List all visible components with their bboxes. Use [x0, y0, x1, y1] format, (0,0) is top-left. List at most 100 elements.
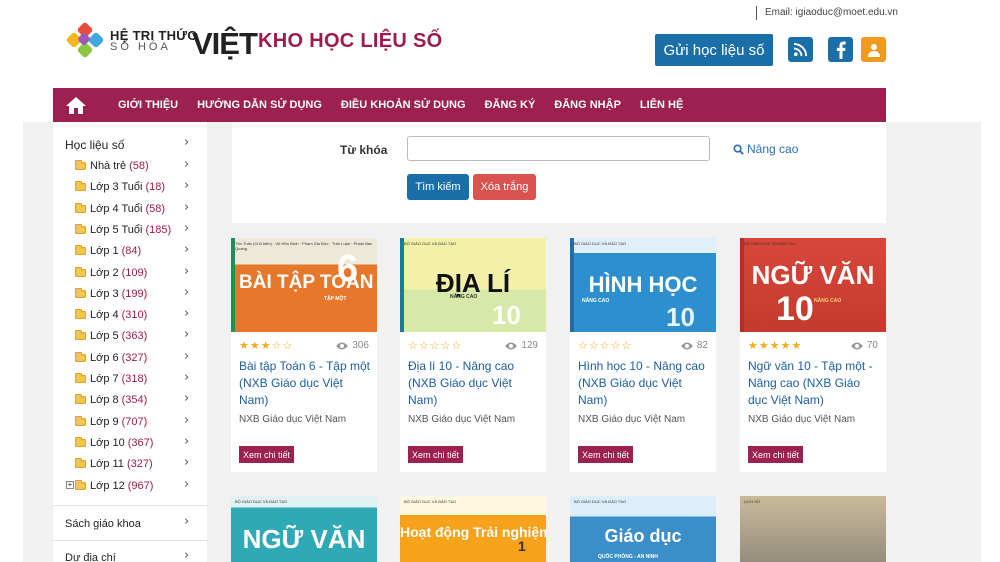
nav-dang-ky[interactable]: ĐĂNG KÝ — [485, 99, 536, 111]
rss-icon[interactable] — [788, 37, 813, 62]
sidebar-item[interactable]: Lớp 2 (109) — [75, 267, 147, 279]
home-icon[interactable] — [53, 88, 99, 122]
star-empty-icon[interactable]: ☆ — [430, 339, 441, 352]
chevron-right-icon[interactable]: › — [184, 349, 189, 364]
site-logo[interactable]: HỆ TRI THỨC SỐ HÓA VIỆT — [65, 21, 258, 61]
star-rating[interactable]: ★★★☆☆ — [239, 339, 293, 352]
star-empty-icon[interactable]: ☆ — [408, 339, 419, 352]
search-button[interactable]: Tìm kiếm — [407, 174, 469, 200]
chevron-right-icon[interactable]: › — [184, 455, 189, 470]
expand-plus-icon[interactable]: + — [66, 481, 74, 489]
sidebar-item[interactable]: Lớp 9 (707) — [75, 416, 147, 428]
clear-button[interactable]: Xóa trắng — [473, 174, 536, 200]
star-filled-icon[interactable]: ★ — [748, 339, 759, 352]
chevron-right-icon[interactable]: › — [184, 413, 189, 428]
sidebar-item[interactable]: Lớp 8 (354) — [75, 394, 147, 406]
nav-dieu-khoan[interactable]: ĐIỀU KHOẢN SỬ DỤNG — [341, 99, 466, 111]
sidebar-section-hoc-lieu-so[interactable]: Học liệu số — [65, 138, 124, 152]
book-cover-image[interactable]: Tôn Thân (Chủ biên) · Vũ Hữu Bình · Phạm… — [231, 238, 377, 332]
book-title-link[interactable]: Địa lí 10 - Nâng cao (NXB Giáo dục Việt … — [408, 358, 542, 409]
star-filled-icon[interactable]: ★ — [261, 339, 272, 352]
star-rating[interactable]: ★★★★★ — [748, 339, 802, 352]
star-empty-icon[interactable]: ☆ — [578, 339, 589, 352]
facebook-icon[interactable] — [828, 37, 853, 62]
chevron-right-icon[interactable]: › — [184, 157, 189, 172]
book-card[interactable]: BỘ GIÁO DỤC VÀ ĐÀO TẠO Hoạt động Trải ngh… — [400, 496, 546, 562]
star-empty-icon[interactable]: ☆ — [611, 339, 622, 352]
nav-lien-he[interactable]: LIÊN HỆ — [640, 99, 683, 111]
chevron-right-icon[interactable]: › — [184, 477, 189, 492]
book-cover-image[interactable]: LỊCH SỬ — [740, 496, 886, 562]
chevron-right-icon[interactable]: › — [184, 391, 189, 406]
sidebar-item[interactable]: Lớp 5 Tuổi (185) — [75, 224, 171, 236]
advanced-search-link[interactable]: Nâng cao — [733, 142, 798, 156]
sidebar-section-du-dia-chi[interactable]: Dự địa chí — [65, 552, 116, 562]
star-filled-icon[interactable]: ★ — [770, 339, 781, 352]
sidebar-item[interactable]: Lớp 6 (327) — [75, 352, 147, 364]
book-card[interactable]: Tôn Thân (Chủ biên) · Vũ Hữu Bình · Phạm… — [231, 238, 377, 472]
star-rating[interactable]: ☆☆☆☆☆ — [408, 339, 462, 352]
sidebar-item[interactable]: Lớp 4 (310) — [75, 309, 147, 321]
sidebar-item[interactable]: Nhà trẻ (58) — [75, 160, 149, 172]
star-empty-icon[interactable]: ☆ — [589, 339, 600, 352]
sidebar-section-sach-giao-khoa[interactable]: Sách giáo khoa — [65, 518, 141, 530]
sidebar-item[interactable]: Lớp 4 Tuổi (58) — [75, 203, 165, 215]
star-filled-icon[interactable]: ★ — [792, 339, 803, 352]
chevron-right-icon[interactable]: › — [184, 285, 189, 300]
nav-huong-dan[interactable]: HƯỚNG DẪN SỬ DỤNG — [197, 99, 322, 111]
book-card[interactable]: LỊCH SỬ — [740, 496, 886, 562]
chevron-right-icon[interactable]: › — [184, 434, 189, 449]
book-cover-image[interactable]: BỘ GIÁO DỤC VÀ ĐÀO TẠO ĐỊA LÍ 10 NÂNG CAO — [400, 238, 546, 332]
chevron-right-icon[interactable]: › — [184, 370, 189, 385]
chevron-right-icon[interactable]: › — [184, 264, 189, 279]
book-card[interactable]: BỘ GIÁO DỤC VÀ ĐÀO TẠO ĐỊA LÍ 10 NÂNG CAO ☆☆… — [400, 238, 546, 472]
star-filled-icon[interactable]: ★ — [759, 339, 770, 352]
view-detail-button[interactable]: Xem chi tiết — [748, 446, 804, 463]
view-detail-button[interactable]: Xem chi tiết — [239, 446, 295, 463]
book-card[interactable]: BỘ GIÁO DỤC VÀ ĐÀO TẠO NGỮ VĂN — [231, 496, 377, 562]
book-title-link[interactable]: Ngữ văn 10 - Tập một - Nâng cao (NXB Giá… — [748, 358, 882, 409]
star-empty-icon[interactable]: ☆ — [419, 339, 430, 352]
chevron-right-icon[interactable]: › — [184, 327, 189, 342]
book-cover-image[interactable]: BỘ GIÁO DỤC VÀ ĐÀO TẠO NGỮ VĂN — [231, 496, 377, 562]
star-filled-icon[interactable]: ★ — [781, 339, 792, 352]
keyword-input[interactable] — [407, 136, 710, 161]
user-icon[interactable] — [861, 37, 886, 62]
sidebar-item[interactable]: Lớp 1 (84) — [75, 245, 141, 257]
star-empty-icon[interactable]: ☆ — [600, 339, 611, 352]
star-filled-icon[interactable]: ★ — [239, 339, 250, 352]
chevron-right-icon[interactable]: › — [184, 221, 189, 236]
chevron-right-icon[interactable]: › — [184, 135, 189, 150]
chevron-right-icon[interactable]: › — [184, 306, 189, 321]
book-card[interactable]: BỘ GIÁO DỤC VÀ ĐÀO TẠO NGỮ VĂN 10 NÂNG CAO ★… — [740, 238, 886, 472]
view-detail-button[interactable]: Xem chi tiết — [408, 446, 464, 463]
chevron-right-icon[interactable]: › — [184, 514, 189, 529]
book-cover-image[interactable]: BỘ GIÁO DỤC VÀ ĐÀO TẠO Hoạt động Trải ngh… — [400, 496, 546, 562]
nav-gioi-thieu[interactable]: GIỚI THIỆU — [118, 99, 178, 111]
book-cover-image[interactable]: BỘ GIÁO DỤC VÀ ĐÀO TẠO Giáo dục QUỐC PHÒNG… — [570, 496, 716, 562]
star-empty-icon[interactable]: ☆ — [622, 339, 633, 352]
sidebar-item[interactable]: Lớp 3 Tuổi (18) — [75, 181, 165, 193]
book-card[interactable]: BỘ GIÁO DỤC VÀ ĐÀO TẠO HÌNH HỌC 10 NÂNG CAO… — [570, 238, 716, 472]
chevron-right-icon[interactable]: › — [184, 200, 189, 215]
nav-dang-nhap[interactable]: ĐĂNG NHẬP — [554, 99, 621, 111]
sidebar-item[interactable]: Lớp 5 (363) — [75, 330, 147, 342]
view-detail-button[interactable]: Xem chi tiết — [578, 446, 634, 463]
chevron-right-icon[interactable]: › — [184, 242, 189, 257]
sidebar-item[interactable]: Lớp 7 (318) — [75, 373, 147, 385]
star-empty-icon[interactable]: ☆ — [452, 339, 463, 352]
book-card[interactable]: BỘ GIÁO DỤC VÀ ĐÀO TẠO Giáo dục QUỐC PHÒNG… — [570, 496, 716, 562]
star-empty-icon[interactable]: ☆ — [283, 339, 294, 352]
sidebar-item[interactable]: + Lớp 12 (967) — [66, 480, 153, 492]
book-title-link[interactable]: Hình học 10 - Nâng cao (NXB Giáo dục Việ… — [578, 358, 712, 409]
star-rating[interactable]: ☆☆☆☆☆ — [578, 339, 632, 352]
star-empty-icon[interactable]: ☆ — [272, 339, 283, 352]
star-filled-icon[interactable]: ★ — [250, 339, 261, 352]
chevron-right-icon[interactable]: › — [184, 548, 189, 562]
book-title-link[interactable]: Bài tập Toán 6 - Tập một (NXB Giáo dục V… — [239, 358, 373, 409]
sidebar-item[interactable]: Lớp 3 (199) — [75, 288, 147, 300]
sidebar-item[interactable]: Lớp 11 (327) — [75, 458, 153, 470]
submit-material-button[interactable]: Gửi học liệu số — [655, 34, 773, 66]
book-cover-image[interactable]: BỘ GIÁO DỤC VÀ ĐÀO TẠO NGỮ VĂN 10 NÂNG CAO — [740, 238, 886, 332]
sidebar-item[interactable]: Lớp 10 (367) — [75, 437, 153, 449]
